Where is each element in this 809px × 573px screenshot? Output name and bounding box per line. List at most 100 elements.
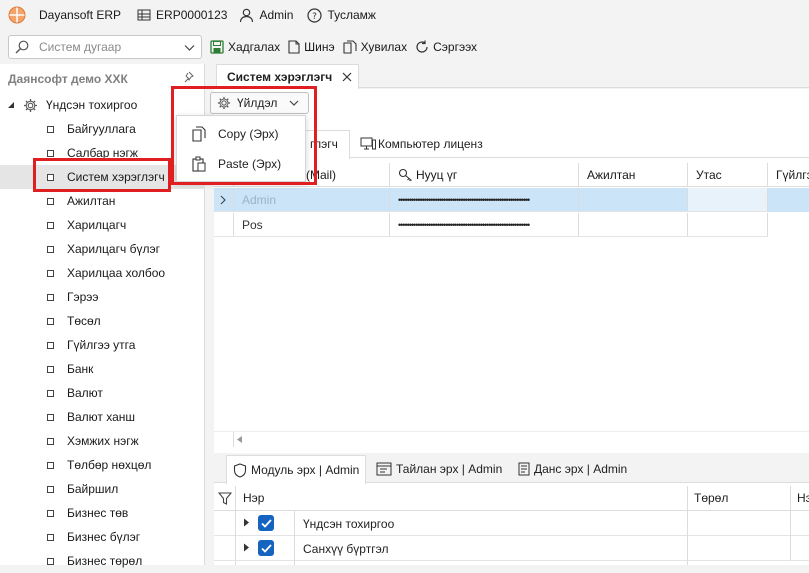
sidebar-item-label: Гэрээ bbox=[67, 290, 99, 304]
collapse-triangle-icon[interactable] bbox=[7, 101, 15, 109]
title-bar: Dayansoft ERP ERP0000123 Admin ? Тусламж bbox=[0, 0, 809, 30]
cell-password[interactable]: ••••••••••••••••••••••••••••••••••••••••… bbox=[390, 213, 579, 237]
sidebar-item[interactable]: Харилцагч bbox=[0, 213, 205, 237]
table-icon bbox=[137, 8, 151, 22]
sidebar-item[interactable]: Байршил bbox=[0, 477, 205, 501]
sidebar-item[interactable]: Банк bbox=[0, 357, 205, 381]
tree-leaf-icon bbox=[47, 437, 54, 445]
main-toolbar: Хадгалах Шинэ Хувилах Сэргээх bbox=[210, 36, 485, 58]
tree-leaf-icon bbox=[47, 125, 54, 133]
tree-leaf-icon bbox=[47, 293, 54, 301]
scroll-left-icon[interactable] bbox=[237, 436, 243, 443]
filter-icon[interactable] bbox=[214, 486, 236, 511]
tree-node-label: Санхүү бүртгэл bbox=[294, 536, 688, 561]
cell-name[interactable]: Admin bbox=[234, 188, 390, 212]
cell-phone[interactable] bbox=[688, 188, 768, 212]
column-employee[interactable]: Ажилтан bbox=[579, 163, 688, 187]
system-search[interactable] bbox=[8, 35, 202, 59]
tab-report-rights[interactable]: Тайлан эрх | Admin bbox=[370, 455, 508, 482]
column-phone[interactable]: Утас bbox=[688, 163, 768, 187]
tab-account-rights-label: Данс эрх | Admin bbox=[534, 461, 628, 476]
sidebar-item-label: Төлбөр нөхцөл bbox=[67, 458, 152, 472]
sidebar-item-label: Бизнес төв bbox=[67, 506, 129, 520]
duplicate-label: Хувилах bbox=[360, 40, 408, 54]
tree-leaf-icon bbox=[47, 461, 54, 469]
tab-module-rights-label: Модуль эрх | Admin bbox=[251, 463, 360, 477]
new-label: Шинэ bbox=[304, 40, 335, 54]
tree-leaf-icon bbox=[47, 341, 54, 349]
sidebar-item-label: Гүйлгээ утга bbox=[67, 338, 136, 352]
help-button[interactable]: ? Тусламж bbox=[307, 0, 376, 30]
gear-icon bbox=[23, 98, 38, 113]
tree-leaf-icon bbox=[47, 389, 54, 397]
sidebar-item[interactable]: Төлбөр нөхцөл bbox=[0, 453, 205, 477]
sidebar-item-label: Хэмжих нэгж bbox=[67, 434, 139, 448]
refresh-button[interactable]: Сэргээх bbox=[415, 40, 477, 54]
duplicate-button[interactable]: Хувилах bbox=[343, 40, 408, 54]
column-transaction[interactable]: Гүйлгэ bbox=[768, 163, 809, 187]
tab-computer-license[interactable]: Компьютер лиценз bbox=[360, 130, 483, 158]
sidebar-item-label: Ажилтан bbox=[67, 194, 116, 208]
tree-leaf-icon bbox=[47, 413, 54, 421]
sidebar-item[interactable]: Хэмжих нэгж bbox=[0, 429, 205, 453]
cell-employee[interactable] bbox=[579, 213, 688, 237]
computer-icon bbox=[360, 137, 376, 151]
sidebar-item-label: Бизнес бүлэг bbox=[67, 530, 141, 544]
scroll-corner bbox=[214, 432, 234, 447]
refresh-label: Сэргээх bbox=[433, 40, 478, 54]
save-icon bbox=[210, 40, 224, 54]
user-name: Admin bbox=[259, 8, 294, 22]
search-input[interactable] bbox=[39, 40, 179, 54]
search-icon bbox=[15, 40, 29, 54]
column-type[interactable]: Төрөл bbox=[688, 486, 791, 511]
key-icon bbox=[398, 168, 413, 182]
horizontal-scrollbar[interactable] bbox=[214, 431, 809, 447]
chevron-down-icon[interactable] bbox=[184, 42, 195, 53]
tree-leaf-icon bbox=[47, 149, 54, 157]
sidebar-item-label: Харилцагч bbox=[67, 218, 127, 232]
save-label: Хадгалах bbox=[228, 40, 281, 54]
sidebar-item-label: Валют ханш bbox=[67, 410, 136, 424]
user-icon bbox=[239, 8, 254, 23]
sidebar-item-label: Харилцагч бүлэг bbox=[67, 242, 160, 256]
refresh-icon bbox=[415, 40, 429, 54]
sidebar-item-label: Валют bbox=[67, 386, 103, 400]
column-name[interactable]: Нэр bbox=[236, 486, 688, 511]
tree-leaf-icon bbox=[47, 317, 54, 325]
checkbox-checked[interactable] bbox=[258, 540, 274, 556]
tab-module-rights[interactable]: Модуль эрх | Admin bbox=[226, 455, 367, 484]
expand-triangle-icon[interactable] bbox=[243, 543, 250, 552]
pin-icon[interactable] bbox=[182, 71, 194, 83]
sidebar-item[interactable]: Ажилтан bbox=[0, 189, 205, 213]
cell-name[interactable]: Pos bbox=[234, 213, 390, 237]
new-document-icon bbox=[288, 40, 300, 54]
sidebar-item[interactable]: Гэрээ bbox=[0, 285, 205, 309]
sidebar-item[interactable]: Бизнес төв bbox=[0, 501, 205, 525]
cell-password[interactable]: ••••••••••••••••••••••••••••••••••••••••… bbox=[390, 188, 579, 212]
expand-triangle-icon[interactable] bbox=[243, 518, 250, 527]
cell-phone[interactable] bbox=[688, 213, 768, 237]
sidebar-item[interactable]: Бизнес төрөл bbox=[0, 549, 205, 573]
company-code[interactable]: ERP0000123 bbox=[137, 0, 227, 30]
close-icon[interactable] bbox=[342, 72, 352, 82]
column-more[interactable]: Нэ bbox=[791, 486, 809, 511]
tree-leaf-icon bbox=[47, 269, 54, 277]
sidebar-item[interactable]: Валют ханш bbox=[0, 405, 205, 429]
checkbox-checked[interactable] bbox=[258, 515, 274, 531]
sidebar-item-label: Харилцаа холбоо bbox=[67, 266, 166, 280]
new-button[interactable]: Шинэ bbox=[288, 40, 335, 54]
sidebar-item[interactable]: Төсөл bbox=[0, 309, 205, 333]
sidebar-item[interactable]: Валют bbox=[0, 381, 205, 405]
sidebar-item[interactable]: Харилцагч бүлэг bbox=[0, 237, 205, 261]
user-menu[interactable]: Admin bbox=[239, 0, 293, 30]
tree-leaf-icon bbox=[47, 221, 54, 229]
tab-account-rights[interactable]: Данс эрх | Admin bbox=[512, 455, 633, 482]
report-icon bbox=[376, 462, 392, 476]
sidebar-item[interactable]: Гүйлгээ утга bbox=[0, 333, 205, 357]
save-button[interactable]: Хадгалах bbox=[210, 40, 280, 54]
document-icon bbox=[518, 462, 530, 476]
sidebar-item[interactable]: Бизнес бүлэг bbox=[0, 525, 205, 549]
cell-employee[interactable] bbox=[579, 188, 688, 212]
sidebar-item[interactable]: Харилцаа холбоо bbox=[0, 261, 205, 285]
column-password[interactable]: Нууц үг bbox=[390, 163, 579, 187]
